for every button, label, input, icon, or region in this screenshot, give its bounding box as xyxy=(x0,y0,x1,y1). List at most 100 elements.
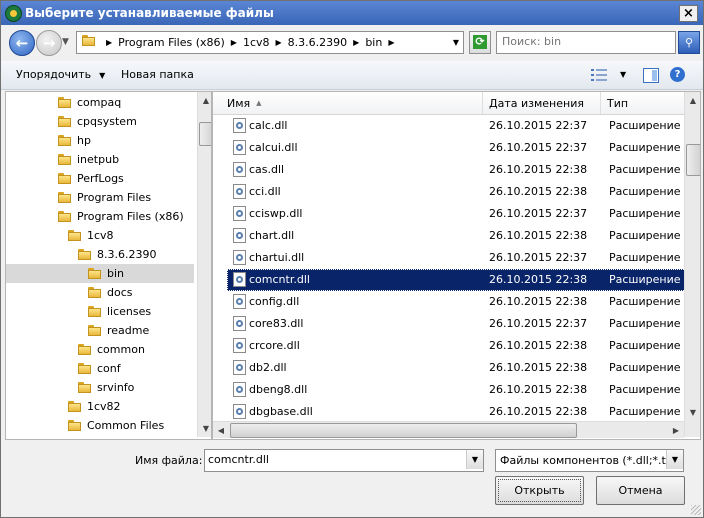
cancel-button[interactable]: Отмена xyxy=(596,476,685,505)
dll-file-icon xyxy=(233,294,246,309)
file-name: cciswp.dll xyxy=(249,207,303,220)
scroll-down-icon[interactable]: ▼ xyxy=(198,420,211,437)
refresh-button[interactable]: ⟳ xyxy=(469,31,491,54)
tree-item[interactable]: srvinfo xyxy=(6,378,194,397)
back-button[interactable]: ← xyxy=(9,30,35,56)
scroll-left-icon[interactable]: ◀ xyxy=(213,422,229,438)
tree-item-label: Program Files (x86) xyxy=(77,210,184,223)
tree-item[interactable]: hp xyxy=(6,131,194,150)
help-icon[interactable]: ? xyxy=(670,67,685,82)
file-date: 26.10.2015 22:38 xyxy=(489,295,588,308)
horizontal-scrollbar[interactable]: ◀ ▶ xyxy=(213,421,684,438)
file-date: 26.10.2015 22:37 xyxy=(489,317,588,330)
file-date: 26.10.2015 22:37 xyxy=(489,251,588,264)
tree-item[interactable]: conf xyxy=(6,359,194,378)
address-bar[interactable]: ▶ Program Files (x86) ▶ 1cv8 ▶ 8.3.6.239… xyxy=(76,31,464,54)
breadcrumb-item[interactable]: Program Files (x86) xyxy=(115,36,228,49)
scroll-right-icon[interactable]: ▶ xyxy=(668,422,684,438)
file-type-select[interactable]: Файлы компонентов (*.dll;*.tlb ▼ xyxy=(495,449,684,472)
breadcrumb-item[interactable]: bin xyxy=(362,36,385,49)
file-row[interactable]: calcui.dll 26.10.2015 22:37 Расширение пр xyxy=(227,137,689,159)
file-open-dialog: Выберите устанавливаемые файлы × ← → ▼ ▶… xyxy=(0,0,704,518)
tree-item[interactable]: PerfLogs xyxy=(6,169,194,188)
file-row[interactable]: calc.dll 26.10.2015 22:37 Расширение пр xyxy=(227,115,689,137)
chevron-right-icon[interactable]: ▶ xyxy=(103,38,115,47)
chevron-right-icon[interactable]: ▶ xyxy=(273,38,285,47)
search-box[interactable] xyxy=(496,31,676,54)
history-dropdown-icon[interactable]: ▼ xyxy=(62,37,69,47)
chevron-right-icon[interactable]: ▶ xyxy=(385,38,397,47)
file-row[interactable]: comcntr.dll 26.10.2015 22:38 Расширение пр xyxy=(227,269,689,291)
file-type-value: Файлы компонентов (*.dll;*.tlb xyxy=(500,454,676,467)
scroll-thumb[interactable] xyxy=(230,423,577,438)
file-row[interactable]: cas.dll 26.10.2015 22:38 Расширение пр xyxy=(227,159,689,181)
view-details-icon[interactable] xyxy=(591,69,607,81)
list-scrollbar[interactable]: ▲ ▼ xyxy=(684,92,700,437)
dll-file-icon xyxy=(233,360,246,375)
file-row[interactable]: dbgbase.dll 26.10.2015 22:38 Расширение пр xyxy=(227,401,689,423)
tree-item[interactable]: Program Files xyxy=(6,188,194,207)
search-input[interactable] xyxy=(502,34,667,49)
scroll-up-icon[interactable]: ▲ xyxy=(198,92,211,109)
file-row[interactable]: chart.dll 26.10.2015 22:38 Расширение пр xyxy=(227,225,689,247)
tree-scrollbar[interactable]: ▲ ▼ xyxy=(197,92,211,437)
tree-item-label: hp xyxy=(77,134,91,147)
file-row[interactable]: cciswp.dll 26.10.2015 22:37 Расширение пр xyxy=(227,203,689,225)
file-row[interactable]: config.dll 26.10.2015 22:38 Расширение пр xyxy=(227,291,689,313)
tree-item[interactable]: Program Files (x86) xyxy=(6,207,194,226)
scroll-thumb[interactable] xyxy=(686,144,700,176)
file-name: core83.dll xyxy=(249,317,304,330)
tree-item[interactable]: common xyxy=(6,340,194,359)
forward-button[interactable]: → xyxy=(36,30,62,56)
close-button[interactable]: × xyxy=(679,5,698,22)
tree-item[interactable]: 1cv8 xyxy=(6,226,194,245)
folder-icon xyxy=(88,268,101,279)
tree-item[interactable]: cpqsystem xyxy=(6,112,194,131)
tree-item[interactable]: compaq xyxy=(6,93,194,112)
resize-grip[interactable] xyxy=(691,505,701,515)
search-icon[interactable]: ⚲ xyxy=(678,31,700,54)
chevron-down-icon[interactable]: ▼ xyxy=(666,450,683,469)
tree-item[interactable]: docs xyxy=(6,283,194,302)
column-type[interactable]: Тип xyxy=(601,92,684,114)
filename-field[interactable]: ▼ xyxy=(204,449,484,472)
file-row[interactable]: dbeng8.dll 26.10.2015 22:38 Расширение пр xyxy=(227,379,689,401)
tree-item[interactable]: readme xyxy=(6,321,194,340)
tree-item[interactable]: Common Files xyxy=(6,416,194,435)
folder-icon xyxy=(58,211,71,222)
open-button[interactable]: Открыть xyxy=(495,476,584,505)
column-name[interactable]: Имя ▲ xyxy=(221,92,483,114)
file-row[interactable]: crcore.dll 26.10.2015 22:38 Расширение пр xyxy=(227,335,689,357)
column-date[interactable]: Дата изменения xyxy=(483,92,601,114)
chevron-right-icon[interactable]: ▶ xyxy=(350,38,362,47)
tree-item-label: 1cv8 xyxy=(87,229,114,242)
file-name: config.dll xyxy=(249,295,300,308)
folder-icon xyxy=(88,325,101,336)
address-dropdown-icon[interactable]: ▼ xyxy=(453,38,459,47)
filename-input[interactable] xyxy=(208,452,458,467)
file-row[interactable]: cci.dll 26.10.2015 22:38 Расширение пр xyxy=(227,181,689,203)
new-folder-button[interactable]: Новая папка xyxy=(121,68,194,81)
file-name: chartui.dll xyxy=(249,251,305,264)
chevron-down-icon[interactable]: ▼ xyxy=(466,450,483,469)
folder-icon xyxy=(82,35,95,46)
view-dropdown-icon[interactable]: ▼ xyxy=(620,70,626,79)
scroll-down-icon[interactable]: ▼ xyxy=(685,404,700,421)
tree-item[interactable]: inetpub xyxy=(6,150,194,169)
chevron-right-icon[interactable]: ▶ xyxy=(228,38,240,47)
scroll-thumb[interactable] xyxy=(199,122,211,146)
file-list: Имя ▲ Дата изменения Тип calc.dll 26.10.20… xyxy=(212,91,701,440)
tree-item[interactable]: 8.3.6.2390 xyxy=(6,245,194,264)
scroll-up-icon[interactable]: ▲ xyxy=(685,92,700,109)
tree-item[interactable]: licenses xyxy=(6,302,194,321)
file-row[interactable]: chartui.dll 26.10.2015 22:37 Расширение пр xyxy=(227,247,689,269)
breadcrumb-item[interactable]: 1cv8 xyxy=(240,36,273,49)
file-type: Расширение пр xyxy=(609,119,689,132)
breadcrumb-item[interactable]: 8.3.6.2390 xyxy=(285,36,350,49)
organize-menu[interactable]: Упорядочить ▼ xyxy=(16,68,105,81)
file-row[interactable]: core83.dll 26.10.2015 22:37 Расширение пр xyxy=(227,313,689,335)
preview-pane-icon[interactable] xyxy=(643,68,659,83)
tree-item[interactable]: 1cv82 xyxy=(6,397,194,416)
file-row[interactable]: db2.dll 26.10.2015 22:38 Расширение пр xyxy=(227,357,689,379)
tree-item[interactable]: bin xyxy=(6,264,194,283)
